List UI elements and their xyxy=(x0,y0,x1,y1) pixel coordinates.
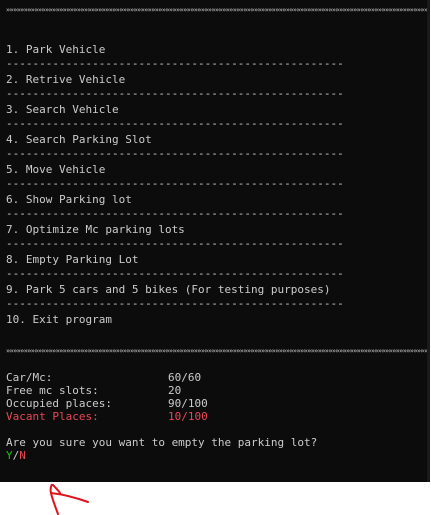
red-arrow-annotation-icon xyxy=(49,484,89,515)
stat-value-car-mc: 60/60 xyxy=(168,371,202,384)
stat-label-free-mc-slots: Free mc slots: xyxy=(6,384,99,397)
stat-label-occupied-places: Occupied places: xyxy=(6,397,112,410)
menu-divider: ----------------------------------------… xyxy=(6,147,344,160)
menu-divider: ----------------------------------------… xyxy=(6,297,344,310)
confirm-question: Are you sure you want to empty the parki… xyxy=(6,436,318,449)
menu-item-show-parking-lot: 6. Show Parking lot xyxy=(6,193,132,206)
menu-item-exit-program: 10. Exit program xyxy=(6,313,112,326)
menu-divider: ----------------------------------------… xyxy=(6,207,344,220)
menu-divider: ----------------------------------------… xyxy=(6,57,344,70)
menu-divider: ----------------------------------------… xyxy=(6,237,344,250)
console-window[interactable]: »»»»»»»»»»»»»»»»»»»»»»»»»»»»»»»»»»»»»»»»… xyxy=(0,0,430,482)
stat-label-car-mc: Car/Mc: xyxy=(6,371,53,384)
confirm-no-option[interactable]: N xyxy=(19,449,26,462)
menu-item-retrive-vehicle: 2. Retrive Vehicle xyxy=(6,73,126,86)
menu-item-park-test-vehicles: 9. Park 5 cars and 5 bikes (For testing … xyxy=(6,283,331,296)
stat-value-occupied-places: 90/100 xyxy=(168,397,208,410)
stat-label-vacant-places: Vacant Places: xyxy=(6,410,99,423)
confirm-yes-option[interactable]: Y xyxy=(6,449,13,462)
menu-divider: ----------------------------------------… xyxy=(6,267,344,280)
mid-separator: »»»»»»»»»»»»»»»»»»»»»»»»»»»»»»»»»»»»»»»»… xyxy=(6,347,430,355)
confirm-options[interactable]: Y/N xyxy=(6,449,26,462)
menu-item-search-parking-slot: 4. Search Parking Slot xyxy=(6,133,152,146)
menu-divider: ----------------------------------------… xyxy=(6,87,344,100)
menu-item-optimize-mc: 7. Optimize Mc parking lots xyxy=(6,223,185,236)
menu-item-park-vehicle: 1. Park Vehicle xyxy=(6,43,106,56)
menu-item-empty-parking-lot: 8. Empty Parking Lot xyxy=(6,253,139,266)
menu-divider: ----------------------------------------… xyxy=(6,177,344,190)
top-separator: »»»»»»»»»»»»»»»»»»»»»»»»»»»»»»»»»»»»»»»»… xyxy=(6,6,430,14)
stat-value-free-mc-slots: 20 xyxy=(168,384,182,397)
menu-item-move-vehicle: 5. Move Vehicle xyxy=(6,163,106,176)
stat-value-vacant-places: 10/100 xyxy=(168,410,208,423)
menu-item-search-vehicle: 3. Search Vehicle xyxy=(6,103,119,116)
menu-divider: ----------------------------------------… xyxy=(6,117,344,130)
console-scrollbar[interactable] xyxy=(427,0,430,482)
